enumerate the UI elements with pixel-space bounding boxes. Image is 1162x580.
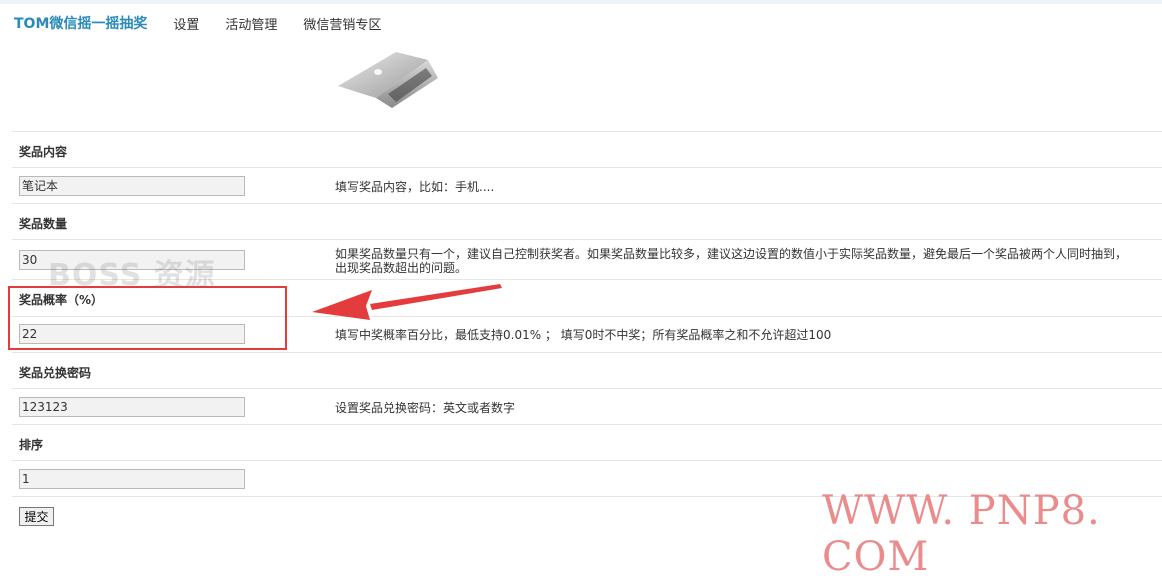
laptop-image [338,52,438,108]
nav-activity-manage[interactable]: 活动管理 [225,14,277,33]
help-prize-quantity: 如果奖品数量只有一个，建议自己控制获奖者。如果奖品数量比较多，建议这边设置的数值… [335,247,1128,275]
submit-button[interactable]: 提交 [19,507,54,526]
row-divider [12,167,1162,168]
highlight-box [8,286,287,350]
label-sort-order: 排序 [19,438,44,452]
row-divider [12,203,1162,204]
label-prize-content: 奖品内容 [19,145,68,159]
help-prize-content: 填写奖品内容，比如：手机.... [335,180,495,194]
sort-order-input[interactable] [19,469,245,489]
help-prize-probability: 填写中奖概率百分比，最低支持0.01% ； 填写0时不中奖；所有奖品概率之和不允… [335,328,832,342]
row-divider [12,388,1162,389]
row-divider [12,352,1162,353]
label-redeem-password: 奖品兑换密码 [19,366,92,380]
row-divider [12,239,1162,240]
watermark-boss: BOSS 资源 [48,258,216,293]
label-prize-quantity: 奖品数量 [19,217,68,231]
help-redeem-password: 设置奖品兑换密码：英文或者数字 [335,401,516,415]
row-divider [12,424,1162,425]
watermark-site: WWW. PNP8. COM [822,488,1101,580]
prize-content-input[interactable] [19,176,245,196]
row-divider [12,131,1162,132]
nav-wechat-marketing[interactable]: 微信营销专区 [303,14,381,33]
brand-title[interactable]: TOM微信摇一摇抽奖 [14,13,147,33]
top-nav: TOM微信摇一摇抽奖 设置 活动管理 微信营销专区 [0,4,1162,42]
red-arrow-icon [312,284,502,320]
row-divider [12,460,1162,461]
nav-settings[interactable]: 设置 [173,14,199,33]
redeem-password-input[interactable] [19,397,245,417]
